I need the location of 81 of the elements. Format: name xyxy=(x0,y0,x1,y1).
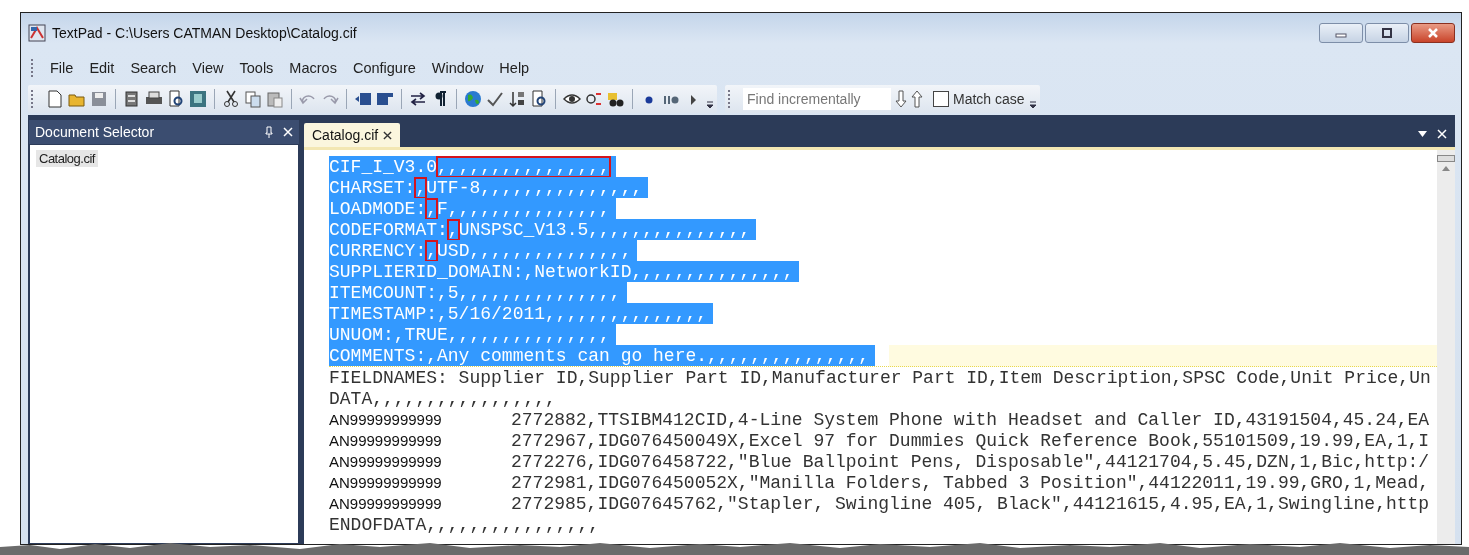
find-field[interactable]: Find incrementally xyxy=(743,88,891,110)
overlay-label: AN99999999999 xyxy=(329,411,443,428)
cut-icon[interactable] xyxy=(222,90,240,108)
code-text: 2772967,IDG076450049X,Excel 97 for Dummies Quick Reference Book,55101509,19.99,EA,1,I xyxy=(511,430,1431,451)
documents-icon[interactable] xyxy=(123,90,141,108)
code-text: SUPPLIERID_DOMAIN:,NetworkID,,,,,,,,,,,,,,, xyxy=(329,261,794,282)
overlay-label: AN99999999999 xyxy=(329,495,443,512)
marked-text: , xyxy=(447,219,459,240)
scrollbar-thumb[interactable] xyxy=(1436,155,1455,162)
print-preview-icon[interactable] xyxy=(167,90,185,108)
code-text: CHARSET: xyxy=(329,177,416,198)
overflow-chevron-icon[interactable] xyxy=(1028,100,1037,110)
panel-title: Document Selector xyxy=(35,124,156,140)
overlay-label: AN99999999999 xyxy=(329,474,443,491)
binoculars-icon[interactable] xyxy=(607,90,625,108)
document-item[interactable]: Catalog.cif xyxy=(36,150,98,167)
scrollbar[interactable] xyxy=(1436,150,1455,544)
restore-button[interactable] xyxy=(1365,23,1409,43)
paste-icon[interactable] xyxy=(266,90,284,108)
text-editor[interactable] xyxy=(304,147,1455,544)
overlay-label: AN99999999999 xyxy=(329,432,443,449)
swap-arrows-icon[interactable] xyxy=(409,90,427,108)
arrow-down-icon[interactable] xyxy=(895,90,907,108)
copy-icon[interactable] xyxy=(244,90,262,108)
match-case-checkbox[interactable] xyxy=(933,91,949,107)
code-text: LOADMODE: xyxy=(329,198,427,219)
menu-item[interactable]: Help xyxy=(491,60,538,76)
code-text: FIELDNAMES: Supplier ID,Supplier Part ID,Manufacturer Part ID,Item Description,SPSC Code,Unit Price,Un xyxy=(329,367,1431,388)
new-file-icon[interactable] xyxy=(46,90,64,108)
app-icon xyxy=(28,24,46,42)
menu-item[interactable]: Window xyxy=(423,60,492,76)
code-text: ENDOFDATA,,,,,,,,,,,,,,,, xyxy=(329,514,600,535)
marked-text: , xyxy=(415,177,427,198)
close-button[interactable] xyxy=(1411,23,1455,43)
code-text: CIF_I_V3.0 xyxy=(329,156,438,177)
code-text: CURRENCY: xyxy=(329,240,427,261)
dropdown-icon[interactable] xyxy=(1418,130,1427,137)
spellcheck-icon[interactable] xyxy=(486,90,504,108)
code-text: 2772981,IDG076450052X,"Manilla Folders, Tabbed 3 Position",44122011,19.99,GRO,1,Mead, xyxy=(511,472,1431,493)
menu-item[interactable]: Edit xyxy=(81,60,123,76)
replace-icon[interactable] xyxy=(585,90,603,108)
code-text: UNSPSC_V13.5,,,,,,,,,,,,,,, xyxy=(458,219,751,240)
code-text: CODEFORMAT: xyxy=(329,219,448,240)
code-text: TIMESTAMP:,5/16/2011,,,,,,,,,,,,,,, xyxy=(329,303,708,324)
marked-text: ,,,,,,,,,,,,,,,, xyxy=(437,156,610,177)
document-tab[interactable]: Catalog.cif xyxy=(304,123,401,147)
close-icon[interactable] xyxy=(383,130,393,140)
globe-icon[interactable] xyxy=(464,90,482,108)
menu-item[interactable]: Tools xyxy=(231,60,282,76)
code-text: USD,,,,,,,,,,,,,,, xyxy=(437,240,632,261)
code-text: 2772276,IDG076458722,"Blue Ballpoint Pens, Disposable",44121704,5.45,DZN,1,Bic,http:/ xyxy=(511,451,1431,472)
code-text: COMMENTS:,Any comments can go here.,,,,,,,,,,,,,,, xyxy=(329,345,870,366)
marked-text: , xyxy=(426,198,438,219)
code-text: 2772882,TTSIBM412CID,4-Line System Phone with Headset and Caller ID,43191504,45.24,EA xyxy=(511,409,1431,430)
scroll-up-icon[interactable] xyxy=(1441,166,1450,171)
menu-item[interactable]: Macros xyxy=(281,60,345,76)
indent-icon[interactable] xyxy=(354,90,372,108)
code-text: F,,,,,,,,,,,,,,, xyxy=(437,198,610,219)
match-case-label[interactable]: Match case xyxy=(953,91,1025,107)
window-title: TextPad - C:\Users CATMAN Desktop\Catalog.cif xyxy=(52,25,357,41)
code-text: UTF-8,,,,,,,,,,,,,,, xyxy=(426,177,643,198)
marked-text: , xyxy=(426,240,438,261)
arrow-up-icon[interactable] xyxy=(911,90,923,108)
restore-icon xyxy=(1380,28,1394,38)
save-icon[interactable] xyxy=(90,90,108,108)
menu-item[interactable]: View xyxy=(184,60,232,76)
outdent-icon[interactable] xyxy=(376,90,394,108)
pin-icon[interactable] xyxy=(265,126,273,138)
overlay-label: AN99999999999 xyxy=(329,453,443,470)
menu-item[interactable]: Configure xyxy=(344,60,424,76)
code-text: UNUOM:,TRUE,,,,,,,,,,,,,,, xyxy=(329,324,610,345)
panel-icon[interactable] xyxy=(189,90,207,108)
code-text: 2772985,IDG07645762,"Stapler, Swingline 405, Black",44121615,4.95,EA,1,Swingline,http xyxy=(511,493,1431,514)
code-text: ITEMCOUNT:,5,,,,,,,,,,,,,,, xyxy=(329,282,621,303)
close-icon xyxy=(1426,27,1440,39)
overflow-chevron-icon[interactable] xyxy=(706,100,714,110)
sort-icon[interactable] xyxy=(508,90,526,108)
find-in-file-icon[interactable] xyxy=(530,90,548,108)
menu-item[interactable]: Search xyxy=(122,60,185,76)
menu-item[interactable]: File xyxy=(42,60,82,76)
code-text: DATA,,,,,,,,,,,,,,,,, xyxy=(329,388,556,409)
